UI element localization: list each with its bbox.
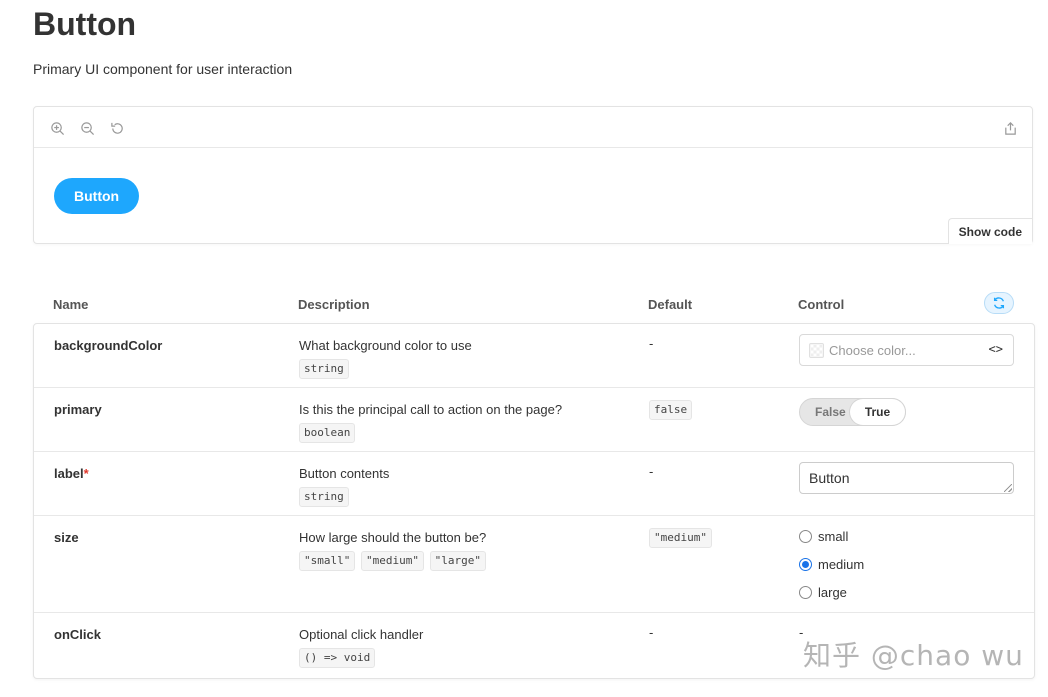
required-mark: * [83,466,89,481]
default-chip: false [649,400,693,420]
watermark: 知乎 @chao wu [803,639,1024,672]
type-chip: "medium" [360,551,424,571]
type-chip: "large" [429,551,486,571]
default-chip: "medium" [649,528,712,548]
header-name: Name [53,297,89,312]
type-chip: boolean [299,423,356,443]
story-canvas: Button Show code [33,106,1033,244]
arg-name: primary [54,402,102,417]
arg-description: Optional click handler () => void [299,627,423,668]
preview-area: Button Show code [34,148,1032,244]
radio-label: medium [818,556,865,572]
header-description: Description [298,297,370,312]
zoom-in-icon[interactable] [49,120,65,136]
radio-control: small medium large [799,522,864,606]
radio-medium[interactable]: medium [799,550,864,578]
arg-default: - [649,625,654,640]
code-toggle-icon[interactable]: <> [989,342,1003,356]
arg-default: "medium" [649,528,714,548]
arg-description: Button contents string [299,466,389,507]
text-control: Button [799,462,1014,494]
color-control: Choose color... <> [799,334,1014,366]
type-chip: string [299,359,349,379]
args-table-header: Name Description Default Control [33,290,1033,322]
toggle-false[interactable]: False [815,399,846,425]
arg-default: - [649,464,654,479]
table-row: label* Button contents string - Button [34,452,1034,516]
canvas-toolbar [34,107,1032,148]
color-swatch[interactable] [809,343,824,358]
table-row: backgroundColor What background color to… [34,324,1034,388]
resize-grip-icon[interactable] [1004,484,1012,492]
radio-large[interactable]: large [799,578,864,606]
description-text: Button contents [299,466,390,481]
arg-default: - [649,336,654,351]
radio-label: small [818,528,849,544]
refresh-icon [993,297,1005,309]
radio-button[interactable] [799,557,812,571]
arg-description: What background color to use string [299,338,472,379]
color-input[interactable]: Choose color... [829,343,916,358]
description-text: How large should the button be? [299,530,487,545]
reset-controls-button[interactable] [984,292,1014,314]
radio-button[interactable] [799,585,812,599]
color-picker[interactable]: Choose color... <> [799,334,1014,366]
description-text: Optional click handler [299,627,424,642]
radio-small[interactable]: small [799,522,864,550]
boolean-control: False True [799,398,906,426]
show-code-button[interactable]: Show code [947,218,1032,244]
header-control: Control [798,297,845,312]
share-icon[interactable] [1002,120,1018,136]
arg-description: How large should the button be? "small" … [299,530,488,571]
boolean-toggle[interactable]: False True [799,398,906,426]
arg-default: false [649,400,694,420]
arg-name: size [54,530,79,545]
page-subtitle: Primary UI component for user interactio… [33,61,293,77]
arg-name: backgroundColor [54,338,163,353]
arg-name-text: label [54,466,84,481]
toggle-true[interactable]: True [850,399,905,425]
type-chip: string [299,487,349,507]
label-text-input[interactable]: Button [799,462,1014,494]
page-title: Button [33,6,137,42]
zoom-out-icon[interactable] [79,120,95,136]
header-default: Default [648,297,693,312]
radio-label: large [818,584,847,600]
arg-name: label* [54,466,89,481]
table-row: size How large should the button be? "sm… [34,516,1034,613]
reset-zoom-icon[interactable] [109,120,125,136]
description-text: What background color to use [299,338,472,353]
radio-button[interactable] [799,529,812,543]
description-text: Is this the principal call to action on … [299,402,563,417]
table-row: primary Is this the principal call to ac… [34,388,1034,452]
preview-button[interactable]: Button [54,178,140,214]
arg-description: Is this the principal call to action on … [299,402,562,443]
type-chip: () => void [299,648,376,668]
arg-name: onClick [54,627,101,642]
type-chip: "small" [299,551,356,571]
args-table: backgroundColor What background color to… [33,323,1035,679]
